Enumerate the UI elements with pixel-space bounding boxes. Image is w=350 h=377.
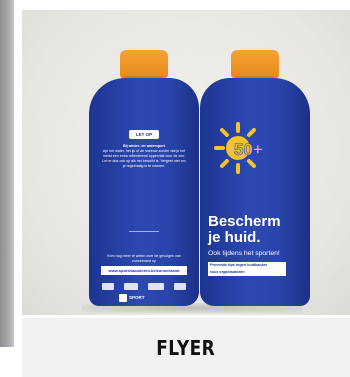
flyer-url: www.sportvlaanderen.be/zonnebrand [101,266,187,275]
partner-logo-icon [124,282,138,290]
partner-logo-icon [148,282,164,290]
bottle-cap [120,50,168,81]
flyer-back-panel: LET OP Bij winter- en watersport zijn he… [89,30,199,306]
spf-label: 50+ [234,140,263,159]
bottle-body: 50+ Bescherm je huid. Ook tijdens het sp… [200,78,310,306]
flyer-body-text: Bij winter- en watersport zijn het water… [101,144,187,169]
sun-icon: 50+ [214,122,263,174]
flyer-front-panel: 50+ Bescherm je huid. Ook tijdens het sp… [200,30,310,306]
partner-logos [97,281,191,291]
adjacent-card-edge [0,0,14,347]
headline-line-1: Bescherm [208,213,281,230]
divider [129,231,159,232]
caption-bar[interactable]: FLYER [22,318,350,377]
sport-logo-icon [119,293,127,302]
product-image[interactable]: LET OP Bij winter- en watersport zijn he… [22,10,350,315]
partner-logo-icon [174,282,186,290]
product-card[interactable]: LET OP Bij winter- en watersport zijn he… [22,0,350,377]
flyer-lead-text: Bij winter- en watersport [123,144,165,148]
flyer-paragraph: zijn het water, het ijs of de sneeuw zon… [102,149,186,168]
bottle-body: LET OP Bij winter- en watersport zijn he… [89,78,199,306]
flyer-headline: Bescherm je huid. [208,214,308,246]
product-caption[interactable]: FLYER [157,336,216,360]
sport-logo-text: SPORT [129,295,145,300]
headline-line-2: je huid. [208,229,261,246]
flyer-footer-text: Kom nog meer te weten over de gevolgen v… [107,254,181,263]
tag-badge: LET OP [129,130,159,139]
flyer-note: Preventie tips tegen huidkanker voor org… [208,262,286,276]
partner-logo-icon [102,282,114,290]
bottle-cap [231,50,279,81]
sport-logo: SPORT [119,293,165,302]
flyer-subline: Ook tijdens het sporten! [208,250,280,257]
note-line-2: voor organisatoren [210,270,245,274]
note-line-1: Preventie tips tegen huidkanker [210,263,268,267]
